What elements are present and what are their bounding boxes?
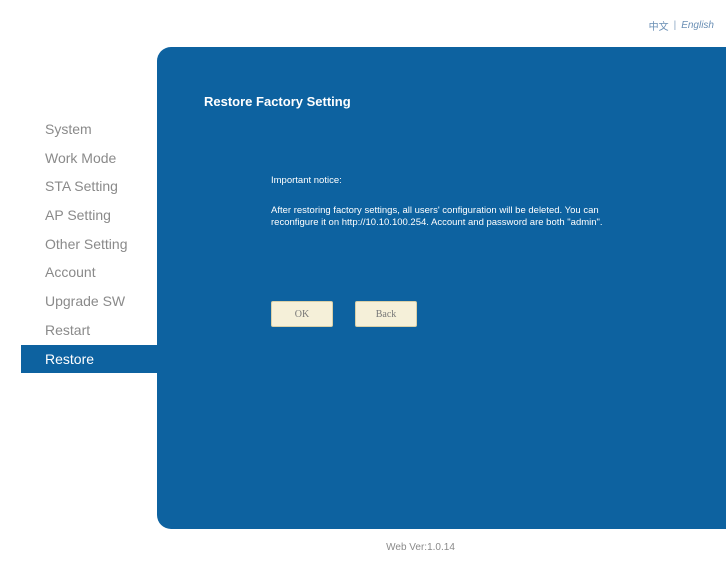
- sidebar-item-upgrade-sw[interactable]: Upgrade SW: [0, 287, 157, 316]
- sidebar-item-work-mode[interactable]: Work Mode: [0, 144, 157, 173]
- lang-chinese-link[interactable]: 中文: [649, 18, 669, 33]
- sidebar-nav: System Work Mode STA Setting AP Setting …: [0, 115, 157, 374]
- page: 中文 | English System Work Mode STA Settin…: [0, 0, 726, 563]
- ok-button[interactable]: OK: [271, 301, 333, 327]
- sidebar-item-other-setting[interactable]: Other Setting: [0, 230, 157, 259]
- language-switcher: 中文 | English: [649, 18, 714, 33]
- page-title: Restore Factory Setting: [204, 94, 351, 109]
- notice-heading: Important notice:: [271, 175, 342, 186]
- back-button[interactable]: Back: [355, 301, 417, 327]
- lang-separator: |: [673, 20, 677, 31]
- sidebar-item-sta-setting[interactable]: STA Setting: [0, 172, 157, 201]
- sidebar-item-account[interactable]: Account: [0, 258, 157, 287]
- sidebar-item-ap-setting[interactable]: AP Setting: [0, 201, 157, 230]
- main-content-panel: Restore Factory Setting Important notice…: [157, 47, 726, 529]
- lang-english-link[interactable]: English: [681, 20, 714, 31]
- notice-text: After restoring factory settings, all us…: [271, 205, 603, 228]
- web-version-label: Web Ver:1.0.14: [386, 542, 455, 553]
- sidebar-item-restart[interactable]: Restart: [0, 316, 157, 345]
- sidebar-item-system[interactable]: System: [0, 115, 157, 144]
- sidebar-item-restore[interactable]: Restore: [21, 344, 157, 374]
